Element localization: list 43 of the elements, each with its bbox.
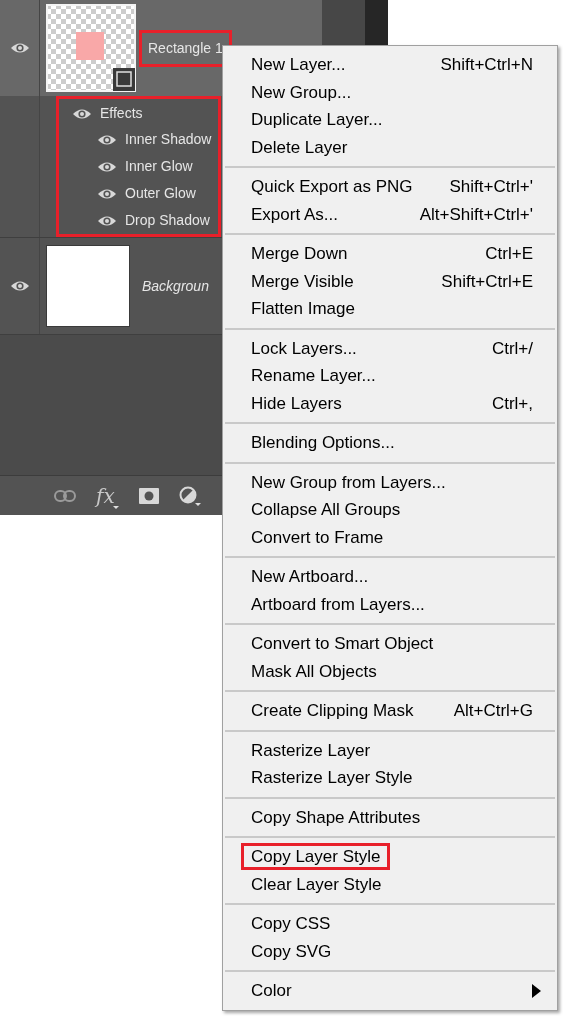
menu-item[interactable]: Export As...	[241, 200, 348, 228]
shortcut-text: Shift+Ctrl+'	[449, 176, 533, 198]
menu-item[interactable]: New Artboard...	[241, 563, 379, 591]
menu-item[interactable]: New Group from Layers...	[241, 468, 456, 496]
menu-item[interactable]: Hide Layers	[241, 389, 352, 417]
eye-icon[interactable]	[9, 279, 30, 293]
menu-item[interactable]: Duplicate Layer...	[241, 106, 393, 134]
link-icon[interactable]	[54, 489, 76, 502]
menu-item[interactable]: Blending Options...	[241, 429, 405, 457]
layer-name: Backgroun	[141, 276, 210, 296]
menu-item[interactable]: Collapse All Groups	[241, 496, 411, 524]
menu-item[interactable]: Copy CSS	[241, 910, 341, 938]
effect-name: Inner Glow	[125, 157, 193, 177]
menu-item[interactable]: Copy Layer Style	[241, 843, 391, 871]
menu-item[interactable]: Artboard from Layers...	[241, 590, 435, 618]
effects-label: Effects	[100, 104, 143, 124]
effect-name: Drop Shadow	[125, 211, 210, 231]
shortcut-text: Ctrl+E	[485, 243, 533, 265]
adjustment-icon[interactable]	[178, 485, 201, 506]
menu-item[interactable]: Rasterize Layer	[241, 736, 381, 764]
menu-item[interactable]: Delete Layer	[241, 133, 358, 161]
menu-item[interactable]: Rename Layer...	[241, 362, 386, 390]
menu-item[interactable]: Lock Layers...	[241, 334, 367, 362]
menu-item[interactable]: Create Clipping Mask	[241, 697, 424, 725]
menu-item[interactable]: Convert to Frame	[241, 523, 394, 551]
shortcut-text: Alt+Ctrl+G	[453, 700, 533, 722]
menu-item[interactable]: Color	[241, 977, 302, 1005]
menu-item[interactable]: Clear Layer Style	[241, 870, 392, 898]
mask-icon[interactable]	[138, 487, 159, 504]
shortcut-text: Alt+Shift+Ctrl+'	[419, 203, 533, 226]
menu-item[interactable]: Quick Export as PNG	[241, 173, 423, 201]
menu-item[interactable]: Convert to Smart Object	[241, 630, 444, 658]
shortcut-text: Shift+Ctrl+N	[440, 54, 533, 76]
effect-name: Outer Glow	[125, 184, 196, 204]
shortcut-text: Ctrl+/	[491, 337, 533, 360]
effect-name: Inner Shadow	[125, 130, 212, 150]
menu-item[interactable]: Copy Shape Attributes	[241, 803, 431, 831]
menu-item[interactable]: Mask All Objects	[241, 657, 387, 685]
shortcut-text: Shift+Ctrl+E	[441, 270, 533, 293]
shortcut-text: Ctrl+,	[491, 392, 533, 415]
eye-icon[interactable]	[9, 41, 30, 55]
menu-item[interactable]: Copy SVG	[241, 937, 342, 965]
menu-item[interactable]: Rasterize Layer Style	[241, 764, 423, 792]
